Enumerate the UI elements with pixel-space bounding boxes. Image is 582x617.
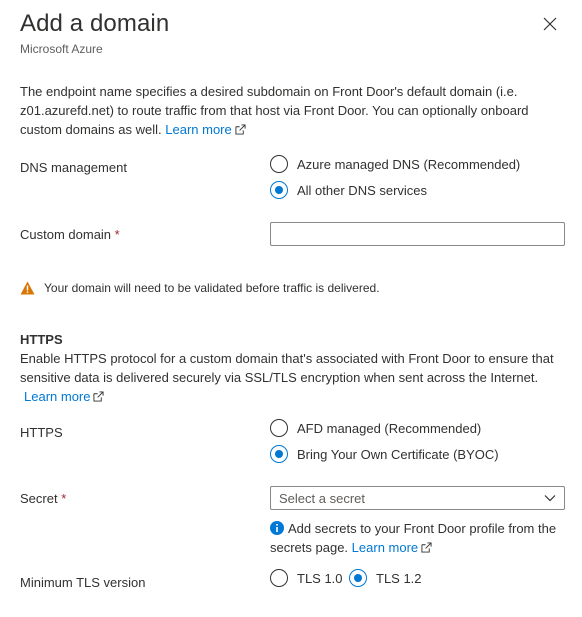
panel-header: Add a domain Microsoft Azure — [20, 8, 169, 56]
validation-warning: Your domain will need to be validated be… — [20, 281, 380, 295]
custom-domain-input[interactable] — [270, 222, 565, 246]
close-icon — [543, 17, 557, 31]
warning-icon — [20, 281, 35, 295]
intro-learn-more-label: Learn more — [165, 122, 232, 137]
https-section-title: HTTPS — [20, 332, 63, 347]
chevron-down-icon — [544, 495, 556, 502]
secret-label: Secret * — [20, 491, 66, 506]
https-label: HTTPS — [20, 425, 63, 440]
https-description: Enable HTTPS protocol for a custom domai… — [20, 349, 565, 406]
secret-learn-more-label: Learn more — [351, 540, 419, 555]
intro-paragraph: The endpoint name specifies a desired su… — [20, 82, 565, 139]
https-option-afd-managed[interactable]: AFD managed (Recommended) — [270, 419, 481, 437]
radio-label: TLS 1.0 — [297, 570, 343, 586]
radio-button[interactable] — [270, 569, 288, 587]
radio-button-checked[interactable] — [270, 181, 288, 199]
radio-label: Azure managed DNS (Recommended) — [297, 156, 521, 172]
radio-label: Bring Your Own Certificate (BYOC) — [297, 446, 499, 462]
info-icon — [270, 521, 284, 535]
secret-learn-more-link[interactable]: Learn more — [352, 540, 432, 555]
external-link-icon — [421, 542, 432, 553]
required-marker: * — [114, 227, 120, 242]
external-link-icon — [93, 391, 105, 402]
close-button[interactable] — [542, 16, 558, 32]
page-subtitle: Microsoft Azure — [20, 42, 103, 56]
required-marker: * — [61, 491, 67, 506]
https-option-byoc[interactable]: Bring Your Own Certificate (BYOC) — [270, 445, 499, 463]
intro-text: The endpoint name specifies a desired su… — [20, 84, 529, 137]
radio-label: AFD managed (Recommended) — [297, 420, 482, 436]
secret-dropdown[interactable]: Select a secret — [270, 486, 565, 510]
dns-management-label: DNS management — [20, 160, 127, 175]
tls-option-1-2[interactable]: TLS 1.2 — [349, 569, 422, 587]
custom-domain-label: Custom domain * — [20, 227, 120, 242]
secret-label-text: Secret — [20, 491, 58, 506]
secret-info: Add secrets to your Front Door profile f… — [270, 519, 570, 557]
secret-dropdown-placeholder: Select a secret — [279, 490, 365, 506]
tls-option-1-0[interactable]: TLS 1.0 — [270, 569, 343, 587]
radio-button[interactable] — [270, 419, 288, 437]
external-link-icon — [235, 124, 246, 135]
radio-button-checked[interactable] — [349, 569, 367, 587]
page-title: Add a domain — [20, 10, 170, 37]
tls-label: Minimum TLS version — [20, 575, 146, 590]
https-learn-more-label: Learn more — [24, 389, 91, 404]
https-description-text: Enable HTTPS protocol for a custom domai… — [20, 351, 554, 385]
radio-button-checked[interactable] — [270, 445, 288, 463]
dns-option-other[interactable]: All other DNS services — [270, 181, 427, 199]
warning-text: Your domain will need to be validated be… — [44, 281, 380, 295]
custom-domain-label-text: Custom domain — [20, 227, 112, 242]
https-learn-more-link[interactable]: Learn more — [24, 389, 105, 404]
intro-learn-more-link[interactable]: Learn more — [165, 122, 246, 137]
radio-label: All other DNS services — [297, 182, 428, 198]
dns-option-azure-managed[interactable]: Azure managed DNS (Recommended) — [270, 155, 520, 173]
radio-label: TLS 1.2 — [376, 570, 422, 586]
radio-button[interactable] — [270, 155, 288, 173]
